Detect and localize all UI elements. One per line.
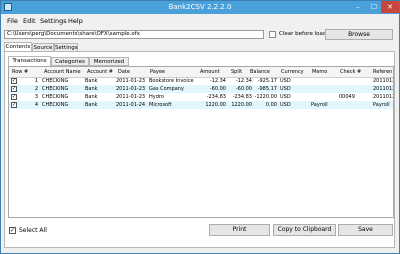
cell-date: 2011-01-23: [116, 78, 146, 84]
cell-row: 4: [34, 102, 38, 108]
cell-reference: Payroll: [373, 102, 390, 108]
table-row[interactable]: ✓ 1 CHECKING Bank 2011-01-23 Bookstore I…: [9, 77, 394, 85]
row-checkbox[interactable]: ✓: [11, 86, 17, 92]
cell-date: 2011-01-24: [116, 102, 146, 108]
col-amount[interactable]: Amount: [200, 69, 220, 75]
cell-amount: 1220.00: [205, 102, 226, 108]
close-button[interactable]: ✕: [381, 1, 399, 13]
cell-memo: Payroll: [311, 102, 328, 108]
cell-row: 2: [34, 86, 38, 92]
cell-currency: USD: [280, 78, 291, 84]
col-balance[interactable]: Balance: [250, 69, 270, 75]
clear-before-load-checkbox[interactable]: [269, 31, 276, 38]
menu-settings[interactable]: Settings: [40, 17, 67, 25]
col-currency[interactable]: Currency: [281, 69, 304, 75]
cell-payee: Microsoft: [149, 102, 172, 108]
table-row[interactable]: ✓ 3 CHECKING Bank 2011-01-23 Hydro -234.…: [9, 93, 394, 101]
cell-row: 3: [34, 94, 38, 100]
print-button[interactable]: Print: [209, 224, 270, 236]
cell-reference: 2011012: [373, 94, 394, 100]
cell-account-number: Bank: [85, 86, 98, 92]
row-checkbox[interactable]: ✓: [11, 102, 17, 108]
row-checkbox[interactable]: ✓: [11, 78, 17, 84]
minimize-button[interactable]: –: [350, 1, 366, 13]
cell-check-number: 00049: [339, 94, 355, 100]
menu-bar: File Edit Settings Help: [1, 15, 399, 25]
transactions-grid: Row # Account Name Account # Date Payee …: [8, 66, 394, 218]
maximize-button[interactable]: ☐: [366, 1, 382, 13]
cell-account-number: Bank: [85, 78, 98, 84]
menu-edit[interactable]: Edit: [23, 17, 36, 25]
cell-balance: 0.00: [265, 102, 277, 108]
browse-button[interactable]: Browse: [325, 29, 393, 40]
copy-to-clipboard-button[interactable]: Copy to Clipboard: [273, 224, 336, 236]
table-row[interactable]: ✓ 4 CHECKING Bank 2011-01-24 Microsoft 1…: [9, 101, 393, 109]
cell-account-number: Bank: [85, 94, 98, 100]
subtab-transactions[interactable]: Transactions (4): [8, 56, 51, 73]
file-path-input[interactable]: C:\Users\perg\Documents\share\OFX\sample…: [4, 30, 264, 39]
cell-date: 2011-01-23: [116, 86, 146, 92]
window-title: Bank2CSV 2.2.2.0: [168, 3, 232, 11]
col-check-number[interactable]: Check #: [340, 69, 361, 75]
cell-balance: -925.17: [257, 78, 277, 84]
cell-payee: Hydro: [149, 94, 164, 100]
col-account-number[interactable]: Account #: [87, 69, 113, 75]
cell-account-name: CHECKING: [42, 78, 69, 84]
select-all-checkbox[interactable]: ✓: [9, 227, 16, 234]
cell-payee: Bookstore Invoice: [149, 78, 194, 84]
cell-amount: -60.00: [209, 86, 226, 92]
cell-payee: Gas Company: [149, 86, 184, 92]
cell-account-number: Bank: [85, 102, 98, 108]
table-row[interactable]: ✓ 2 CHECKING Bank 2011-01-23 Gas Company…: [9, 85, 394, 93]
cell-amount: -12.34: [209, 78, 226, 84]
col-payee[interactable]: Payee: [150, 69, 165, 75]
cell-split: 1220.00: [231, 102, 252, 108]
select-all-label: Select All: [19, 227, 47, 234]
cell-row: 1: [34, 78, 38, 84]
cell-account-name: CHECKING: [42, 94, 69, 100]
cell-split: -60.00: [235, 86, 252, 92]
cell-currency: USD: [280, 94, 291, 100]
cell-account-name: CHECKING: [42, 86, 69, 92]
cell-balance: -1220.00: [254, 94, 277, 100]
col-memo[interactable]: Memo: [312, 69, 327, 75]
menu-help[interactable]: Help: [68, 17, 83, 25]
row-checkbox[interactable]: ✓: [11, 94, 17, 100]
subtab-memorized[interactable]: Memorized (0): [89, 57, 129, 74]
cell-date: 2011-01-23: [116, 94, 146, 100]
col-row[interactable]: Row #: [12, 69, 28, 75]
col-reference[interactable]: Referen: [373, 69, 392, 75]
cell-balance: -985.17: [257, 86, 277, 92]
clear-before-load-label: Clear before load: [279, 31, 327, 37]
save-button[interactable]: Save: [338, 224, 393, 236]
cell-amount: -234.83: [206, 94, 226, 100]
col-account-name[interactable]: Account Name: [44, 69, 81, 75]
cell-currency: USD: [280, 86, 291, 92]
cell-split: -234.83: [232, 94, 252, 100]
subtab-categories[interactable]: Categories (0): [51, 57, 89, 74]
cell-currency: USD: [280, 102, 291, 108]
title-bar[interactable]: Bank2CSV 2.2.2.0 – ☐ ✕: [1, 1, 399, 14]
cell-split: -12.34: [235, 78, 252, 84]
menu-file[interactable]: File: [7, 17, 18, 25]
cell-reference: 2011012: [373, 86, 394, 92]
cell-reference: 2011012: [373, 78, 394, 84]
col-date[interactable]: Date: [118, 69, 130, 75]
col-split[interactable]: Split: [231, 69, 242, 75]
cell-account-name: CHECKING: [42, 102, 69, 108]
